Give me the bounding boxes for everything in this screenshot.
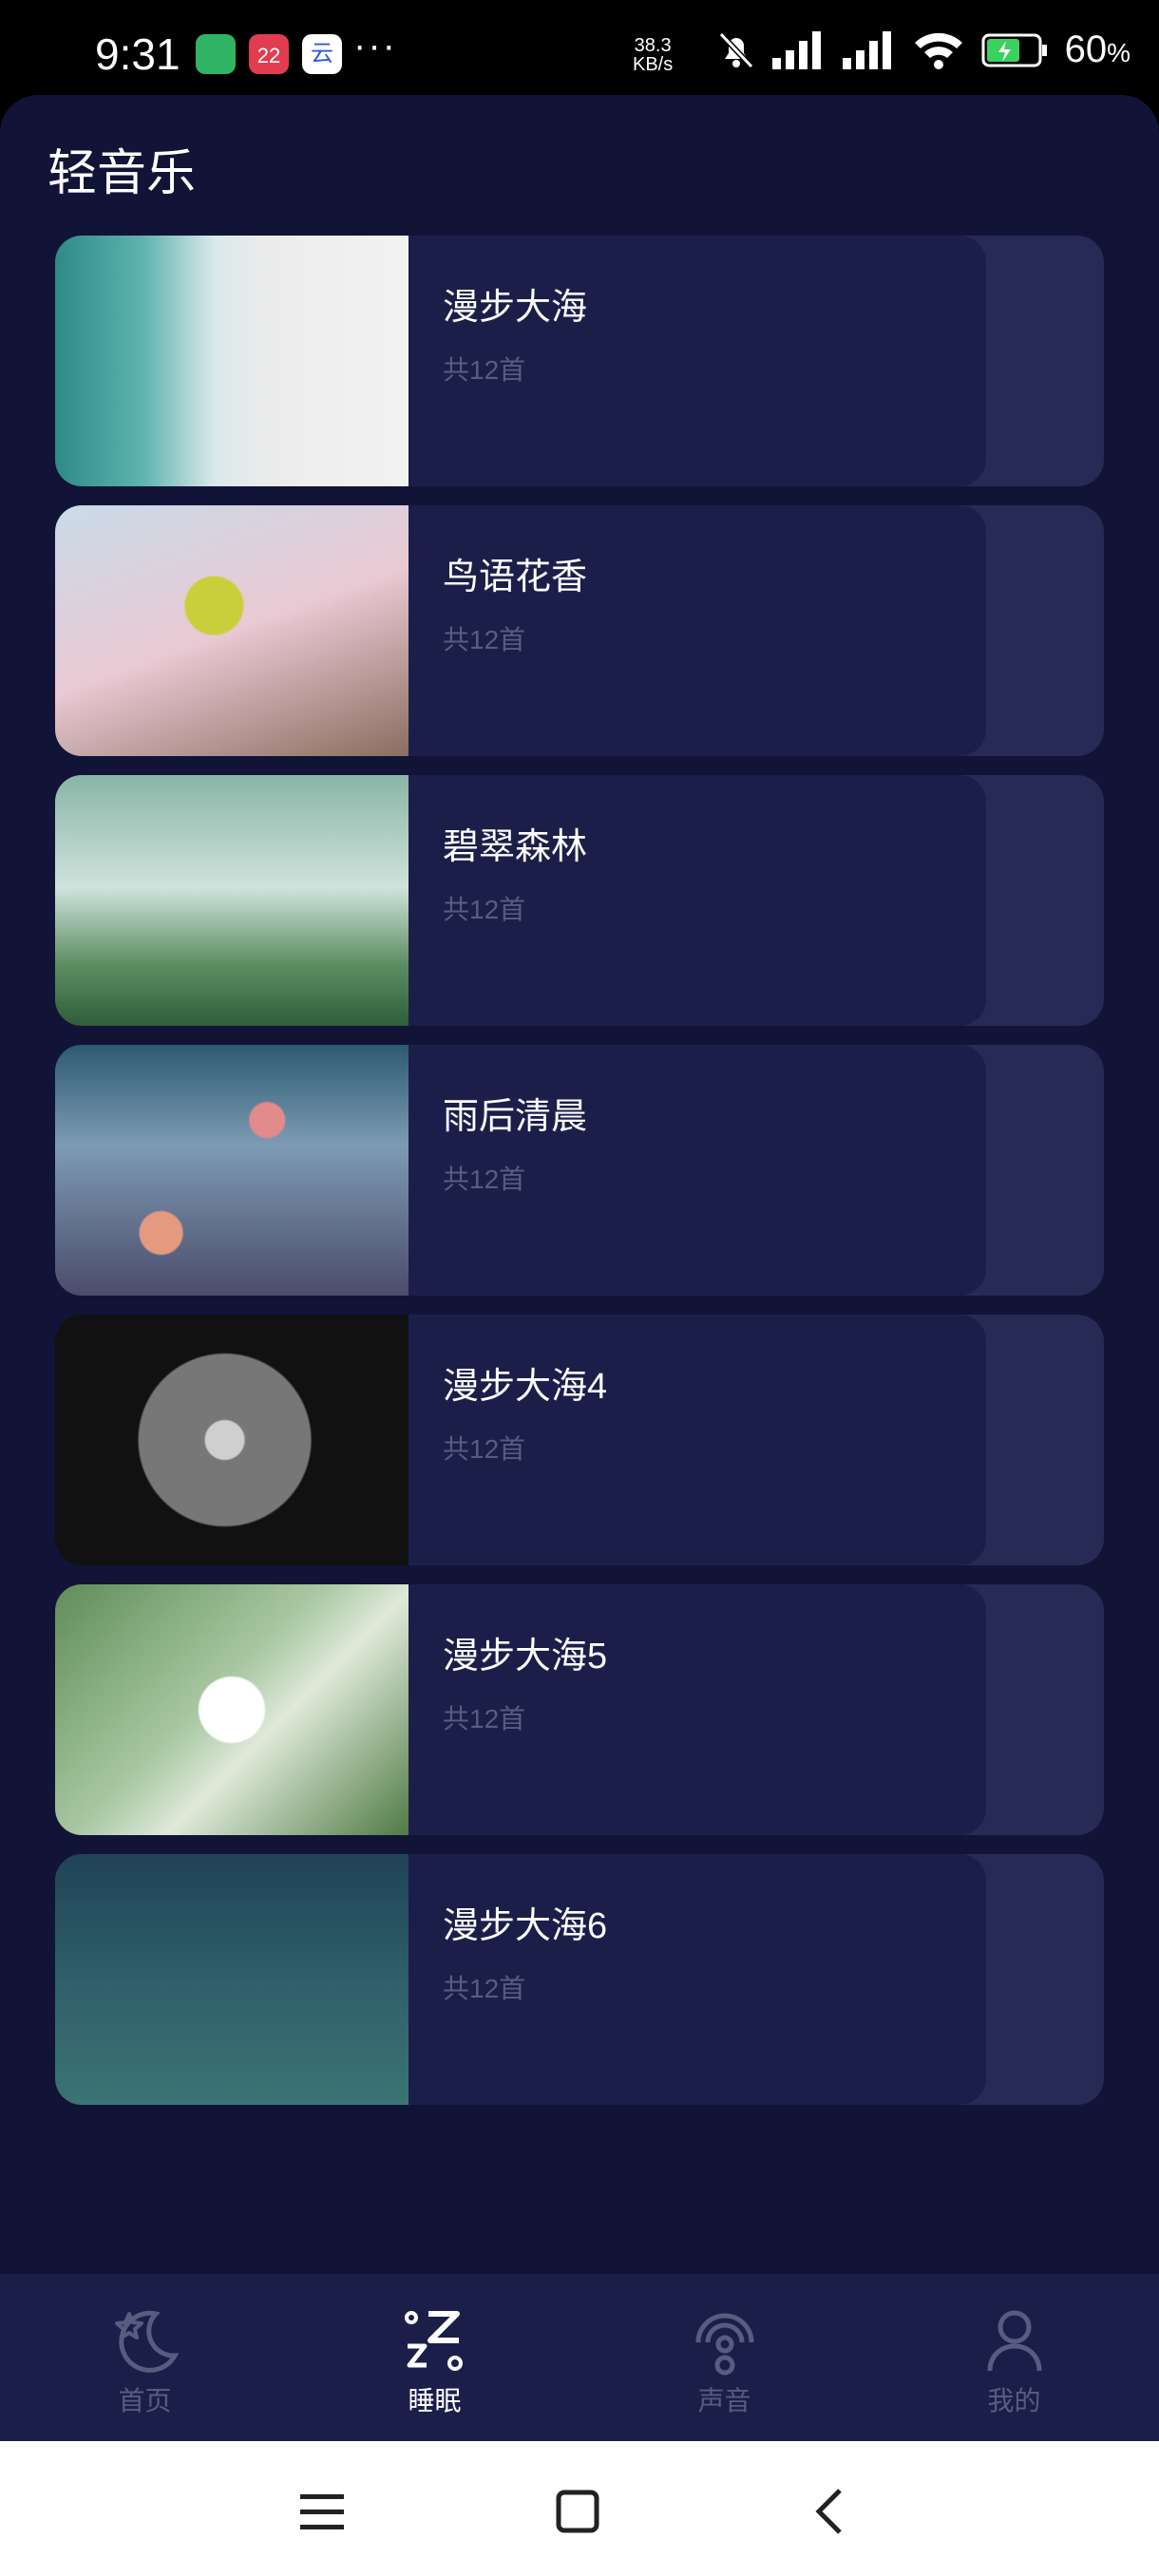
app-icon-green — [196, 34, 236, 74]
status-bar: 9:31 22 云 ··· 38.3 KB/s 60% — [0, 0, 1159, 104]
album-track-count: 共12首 — [443, 355, 526, 385]
album-track-count: 共12首 — [443, 895, 526, 924]
system-navigation-bar — [0, 2441, 1159, 2576]
album-name: 漫步大海 — [443, 288, 588, 328]
network-speed-value: 38.3 — [634, 35, 672, 56]
album-card[interactable]: 鸟语花香 共12首 — [55, 505, 1104, 756]
cloud-badge: 云 — [311, 41, 333, 66]
person-icon — [987, 2310, 1041, 2372]
bottom-nav: 首页 睡眠 声音 我的 — [0, 2274, 1159, 2441]
album-cover-image — [55, 1854, 408, 2105]
more-notifications-icon: ··· — [353, 25, 397, 66]
album-track-count: 共12首 — [443, 625, 526, 654]
album-card[interactable]: 漫步大海4 共12首 — [55, 1315, 1104, 1565]
album-cover-image — [55, 1584, 408, 1835]
album-name: 漫步大海6 — [443, 1906, 608, 1946]
album-track-count: 共12首 — [443, 1974, 526, 2003]
vinyl-record-icon — [990, 236, 1104, 486]
album-card-body[interactable]: 碧翠森林 共12首 — [55, 775, 986, 1026]
album-card-body[interactable]: 雨后清晨 共12首 — [55, 1045, 986, 1296]
album-name: 雨后清晨 — [443, 1097, 588, 1137]
album-track-count: 共12首 — [443, 1165, 526, 1194]
nav-label: 我的 — [987, 2386, 1041, 2415]
broadcast-icon — [695, 2313, 753, 2376]
calendar-app-icon: 22 — [249, 34, 289, 74]
album-cover-image — [55, 1045, 408, 1296]
page-title: 轻音乐 — [48, 146, 197, 201]
album-card-body[interactable]: 漫步大海6 共12首 — [55, 1854, 986, 2105]
network-speed: 38.3 KB/s — [633, 36, 673, 74]
vinyl-record-icon — [990, 775, 1104, 1026]
nav-label: 睡眠 — [408, 2386, 462, 2415]
nav-label: 首页 — [118, 2386, 172, 2415]
nav-label: 声音 — [697, 2386, 751, 2415]
battery-icon — [981, 33, 1047, 66]
album-name: 鸟语花香 — [443, 558, 588, 597]
network-speed-unit: KB/s — [633, 54, 674, 75]
sleep-zz-icon — [404, 2311, 463, 2371]
vinyl-record-icon — [990, 505, 1104, 756]
album-card-body[interactable]: 鸟语花香 共12首 — [55, 505, 986, 756]
battery-percent-sign: % — [1107, 38, 1130, 67]
album-track-count: 共12首 — [443, 1704, 526, 1733]
album-name: 漫步大海4 — [443, 1367, 608, 1407]
calendar-badge: 22 — [256, 44, 281, 67]
nav-sleep[interactable]: 睡眠 — [290, 2274, 580, 2441]
album-cover-image — [55, 505, 408, 756]
album-card-body[interactable]: 漫步大海 共12首 — [55, 236, 986, 486]
album-list: 漫步大海 共12首 鸟语花香 共12首 碧翠森林 共12首 雨后清晨 共12首 … — [55, 236, 1104, 2124]
signal-2-icon — [842, 30, 891, 69]
wifi-icon — [914, 32, 962, 69]
album-name: 碧翠森林 — [443, 827, 588, 867]
album-card-body[interactable]: 漫步大海4 共12首 — [55, 1315, 986, 1565]
home-icon[interactable] — [549, 2483, 606, 2540]
album-cover-image — [55, 1315, 408, 1565]
album-card[interactable]: 碧翠森林 共12首 — [55, 775, 1104, 1026]
album-card[interactable]: 雨后清晨 共12首 — [55, 1045, 1104, 1296]
mute-bell-icon — [718, 31, 753, 68]
status-time: 9:31 — [95, 29, 180, 79]
main-screen: 轻音乐 漫步大海 共12首 鸟语花香 共12首 碧翠森林 共12首 雨后清晨 共… — [0, 95, 1159, 2280]
album-name: 漫步大海5 — [443, 1637, 608, 1676]
nav-mine[interactable]: 我的 — [869, 2274, 1159, 2441]
album-cover-image — [55, 775, 408, 1026]
moon-star-icon — [114, 2310, 179, 2373]
nav-sound[interactable]: 声音 — [580, 2274, 869, 2441]
status-right: 60% — [717, 28, 1130, 71]
album-track-count: 共12首 — [443, 1434, 526, 1464]
album-card-body[interactable]: 漫步大海5 共12首 — [55, 1584, 986, 1835]
vinyl-record-icon — [990, 1315, 1104, 1565]
signal-1-icon — [771, 30, 821, 69]
back-icon[interactable] — [804, 2483, 861, 2540]
battery-percent-value: 60 — [1064, 28, 1108, 70]
album-card[interactable]: 漫步大海5 共12首 — [55, 1584, 1104, 1835]
vinyl-record-icon — [990, 1854, 1104, 2105]
cloud-app-icon: 云 — [302, 34, 342, 74]
album-card[interactable]: 漫步大海 共12首 — [55, 236, 1104, 486]
nav-home[interactable]: 首页 — [0, 2274, 290, 2441]
vinyl-record-icon — [990, 1584, 1104, 1835]
album-cover-image — [55, 236, 408, 486]
album-card[interactable]: 漫步大海6 共12首 — [55, 1854, 1104, 2105]
battery-percent: 60% — [1065, 28, 1130, 71]
vinyl-record-icon — [990, 1045, 1104, 1296]
menu-icon[interactable] — [294, 2483, 352, 2540]
